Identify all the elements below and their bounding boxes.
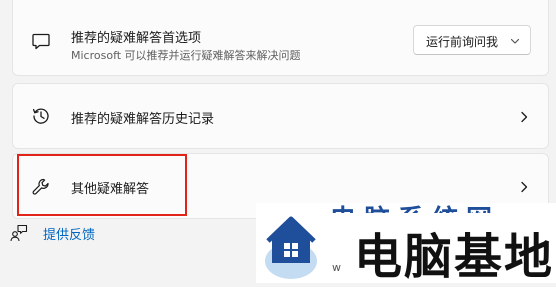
watermark-brand-text: 电脑基地 xyxy=(354,229,555,285)
ask-before-running-dropdown[interactable]: 运行前询问我 xyxy=(413,25,531,55)
wrench-icon xyxy=(31,177,51,197)
recommended-preferences-subtitle: Microsoft 可以推荐并运行疑难解答来解决问题 xyxy=(71,49,301,62)
dropdown-selected-value: 运行前询问我 xyxy=(426,35,499,49)
house-logo-icon xyxy=(262,209,320,281)
chat-bubble-icon xyxy=(31,31,51,51)
watermark-small-text: w xyxy=(332,261,341,274)
chevron-right-icon xyxy=(518,181,530,193)
troubleshoot-history-card[interactable]: 推荐的疑难解答历史记录 xyxy=(12,83,549,149)
history-icon xyxy=(31,106,51,126)
give-feedback-label: 提供反馈 xyxy=(43,228,96,243)
chevron-right-icon xyxy=(518,111,530,123)
recommended-preferences-card: 推荐的疑难解答首选项 Microsoft 可以推荐并运行疑难解答来解决问题 运行… xyxy=(12,0,549,76)
chevron-down-icon xyxy=(510,36,520,46)
troubleshoot-history-title: 推荐的疑难解答历史记录 xyxy=(71,112,215,127)
watermark: 电脑系统网 电脑基地 w xyxy=(256,203,556,285)
recommended-preferences-title: 推荐的疑难解答首选项 xyxy=(71,31,202,46)
other-troubleshooters-title: 其他疑难解答 xyxy=(71,182,150,197)
feedback-icon xyxy=(10,224,28,242)
